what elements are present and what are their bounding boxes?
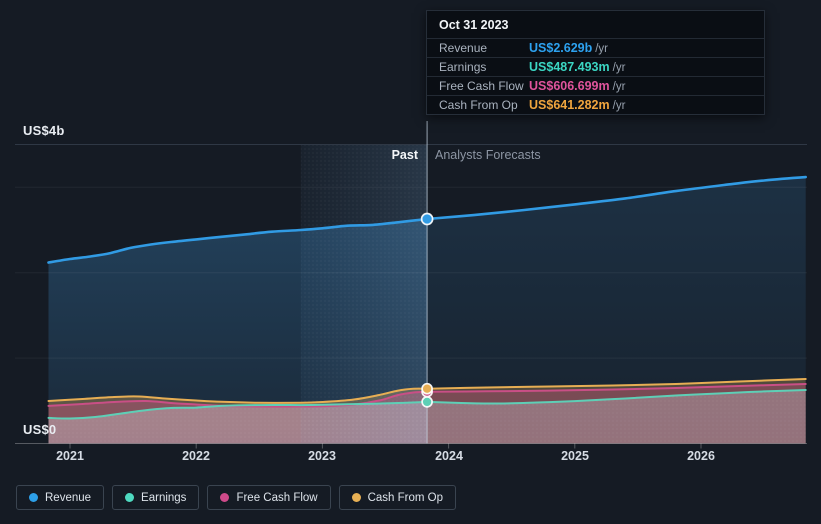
tooltip-value: US$487.493m/yr — [529, 60, 626, 74]
legend-button-revenue[interactable]: Revenue — [16, 485, 105, 510]
tooltip-value: US$2.629b/yr — [529, 41, 609, 55]
chart-legend: Revenue Earnings Free Cash Flow Cash Fro… — [16, 485, 457, 510]
x-tick-2024: 2024 — [435, 449, 463, 463]
tooltip-label: Free Cash Flow — [439, 79, 524, 93]
legend-label: Revenue — [45, 491, 92, 504]
y-axis-max-label: US$4b — [23, 123, 65, 138]
legend-button-free-cash-flow[interactable]: Free Cash Flow — [207, 485, 331, 510]
x-tick-2022: 2022 — [182, 449, 210, 463]
legend-button-earnings[interactable]: Earnings — [112, 485, 200, 510]
legend-label: Free Cash Flow — [236, 491, 318, 504]
tooltip-row-free-cash-flow: Free Cash Flow US$606.699m/yr — [427, 76, 764, 95]
cash-from-op-dot-icon — [351, 493, 361, 502]
chart-tooltip: Oct 31 2023 Revenue US$2.629b/yr Earning… — [426, 10, 765, 115]
marker-Earnings — [421, 396, 433, 408]
tooltip-row-cash-from-op: Cash From Op US$641.282m/yr — [427, 95, 764, 114]
tooltip-row-earnings: Earnings US$487.493m/yr — [427, 57, 764, 76]
x-tick-2026: 2026 — [687, 449, 715, 463]
free-cash-flow-dot-icon — [220, 493, 230, 502]
x-tick-2021: 2021 — [56, 449, 84, 463]
legend-label: Cash From Op — [367, 491, 444, 504]
tooltip-label: Revenue — [439, 41, 488, 55]
legend-button-cash-from-op[interactable]: Cash From Op — [338, 485, 457, 510]
x-tick-2025: 2025 — [561, 449, 589, 463]
tooltip-value: US$606.699m/yr — [529, 79, 626, 93]
tooltip-label: Earnings — [439, 60, 487, 74]
marker-Cash From Op — [421, 382, 433, 395]
past-section-label: Past — [391, 148, 418, 162]
earnings-dot-icon — [125, 493, 135, 502]
y-axis-zero-label: US$0 — [23, 422, 57, 437]
revenue-dot-icon — [29, 493, 38, 502]
tooltip-label: Cash From Op — [439, 98, 518, 112]
tooltip-value: US$641.282m/yr — [529, 98, 626, 112]
marker-Revenue — [420, 212, 434, 226]
tooltip-date: Oct 31 2023 — [439, 18, 509, 32]
legend-label: Earnings — [141, 491, 187, 504]
earnings-revenue-forecast-chart: US$4b US$0 Past Analysts Forecasts 2021 … — [0, 0, 821, 524]
x-tick-2023: 2023 — [308, 449, 336, 463]
analysts-forecasts-section-label: Analysts Forecasts — [435, 148, 541, 162]
tooltip-row-revenue: Revenue US$2.629b/yr — [427, 38, 764, 57]
